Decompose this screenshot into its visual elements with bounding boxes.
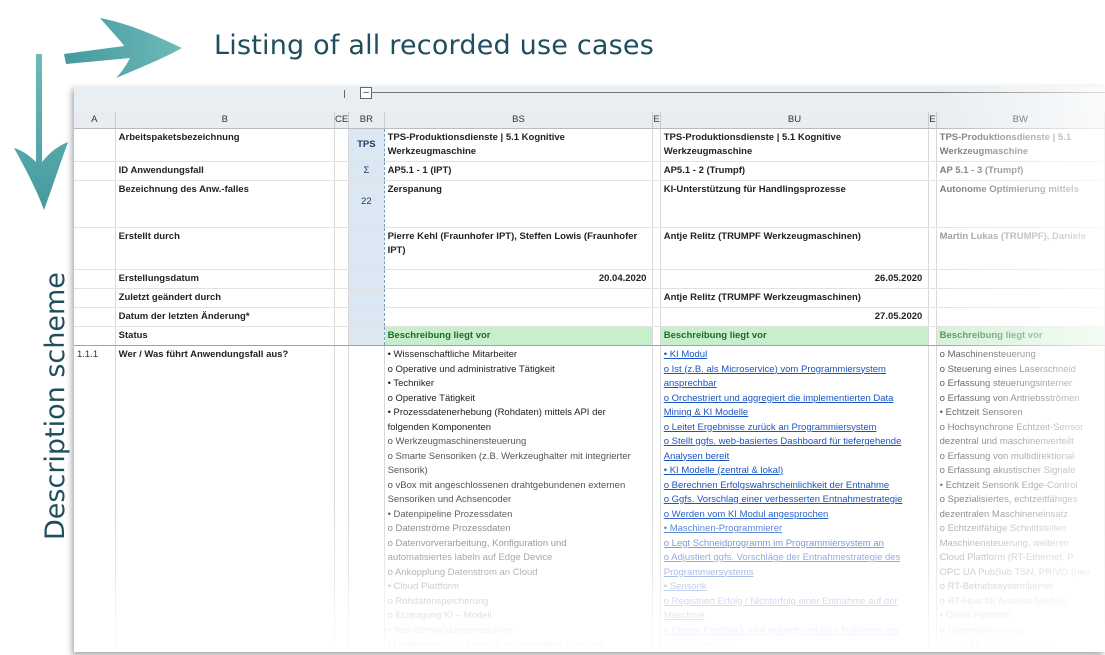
label-zuletzt[interactable]: Zuletzt geändert durch <box>115 288 335 308</box>
table-row: Erstellungsdatum 20.04.2020 26.05.2020 <box>74 269 1105 289</box>
collapse-group-button[interactable]: – <box>360 87 372 99</box>
label-arbeitspaket[interactable]: Arbeitspaketsbezeichnung <box>115 128 335 162</box>
bw-id[interactable]: AP 5.1 - 3 (Trumpf) <box>936 161 1105 181</box>
label-datum[interactable]: Erstellungsdatum <box>115 269 335 289</box>
br-count[interactable]: 22 <box>348 180 385 228</box>
bs-erstellt[interactable]: Pierre Kehl (Fraunhofer IPT), Steffen Lo… <box>384 227 654 270</box>
br-sigma[interactable]: Σ <box>348 161 385 181</box>
column-header-e1[interactable]: E <box>652 112 661 129</box>
arrow-right-icon <box>64 18 182 78</box>
label-id[interactable]: ID Anwendungsfall <box>115 161 335 181</box>
label-status[interactable]: Status <box>115 326 335 346</box>
table-row: Zuletzt geändert durch Antje Relitz (TRU… <box>74 288 1105 308</box>
section-label[interactable]: Wer / Was führt Anwendungsfall aus? <box>115 345 335 652</box>
column-header-row: A B CE BR BS E BU E BW <box>74 112 1105 129</box>
bs-arbeitspaket[interactable]: TPS-Produktionsdienste | 5.1 Kognitive W… <box>384 128 654 162</box>
column-header-b[interactable]: B <box>115 112 335 129</box>
bw-bezeichnung[interactable]: Autonome Optimierung mittels <box>936 180 1105 228</box>
bu-datum[interactable]: 26.05.2020 <box>660 269 930 289</box>
bu-actors-cell[interactable]: • KI Modul o Ist (z.B. als Microservice)… <box>660 345 930 652</box>
bu-arbeitspaket[interactable]: TPS-Produktionsdienste | 5.1 Kognitive W… <box>660 128 930 162</box>
table-row: Datum der letzten Änderung* 27.05.2020 <box>74 307 1105 327</box>
table-row: Erstellt durch Pierre Kehl (Fraunhofer I… <box>74 227 1105 270</box>
column-header-e2[interactable]: E <box>928 112 937 129</box>
column-header-bu[interactable]: BU <box>660 112 930 129</box>
bu-letzte[interactable]: 27.05.2020 <box>660 307 930 327</box>
spreadsheet: – A B CE BR BS E BU E BW Arbeitspaketsbe… <box>74 86 1105 652</box>
table-row: Arbeitspaketsbezeichnung TPS TPS-Produkt… <box>74 128 1105 162</box>
bu-erstellt[interactable]: Antje Relitz (TRUMPF Werkzeugmaschinen) <box>660 227 930 270</box>
label-erstellt[interactable]: Erstellt durch <box>115 227 335 270</box>
table-row: 1.1.1 Wer / Was führt Anwendungsfall aus… <box>74 345 1105 652</box>
use-case-table: A B CE BR BS E BU E BW Arbeitspaketsbeze… <box>74 112 1105 652</box>
bs-bezeichnung[interactable]: Zerspanung <box>384 180 654 228</box>
bs-status[interactable]: Beschreibung liegt vor <box>384 326 654 346</box>
caption-use-cases: Listing of all recorded use cases <box>214 30 654 61</box>
table-row: Bezeichnung des Anw.-falles 22 Zerspanun… <box>74 180 1105 228</box>
outline-group-bar <box>74 86 1105 112</box>
outline-group-line <box>364 92 1105 93</box>
label-bezeichnung[interactable]: Bezeichnung des Anw.-falles <box>115 180 335 228</box>
column-header-bw[interactable]: BW <box>936 112 1105 129</box>
column-header-bs[interactable]: BS <box>384 112 654 129</box>
column-header-a[interactable]: A <box>74 112 116 129</box>
bu-status[interactable]: Beschreibung liegt vor <box>660 326 930 346</box>
section-number[interactable]: 1.1.1 <box>74 345 116 652</box>
bw-status[interactable]: Beschreibung liegt vor <box>936 326 1105 346</box>
bw-arbeitspaket[interactable]: TPS-Produktionsdienste | 5.1 Werkzeugmas… <box>936 128 1105 162</box>
arrow-down-icon <box>14 54 68 210</box>
bs-datum[interactable]: 20.04.2020 <box>384 269 654 289</box>
bu-id[interactable]: AP5.1 - 2 (Trumpf) <box>660 161 930 181</box>
caption-description-scheme: Description scheme <box>40 272 71 540</box>
br-tps[interactable]: TPS <box>348 128 385 162</box>
bu-bezeichnung[interactable]: KI-Unterstützung für Handlingsprozesse <box>660 180 930 228</box>
column-header-br[interactable]: BR <box>348 112 385 129</box>
table-row: ID Anwendungsfall Σ AP5.1 - 1 (IPT) AP5.… <box>74 161 1105 181</box>
bw-actors-cell[interactable]: o Maschinensteuerung o Steuerung eines L… <box>936 345 1105 652</box>
bs-id[interactable]: AP5.1 - 1 (IPT) <box>384 161 654 181</box>
label-letzte[interactable]: Datum der letzten Änderung* <box>115 307 335 327</box>
table-row: Status Beschreibung liegt vor Beschreibu… <box>74 326 1105 346</box>
bu-zuletzt[interactable]: Antje Relitz (TRUMPF Werkzeugmaschinen) <box>660 288 930 308</box>
bw-erstellt[interactable]: Martin Lukas (TRUMPF), Daniele <box>936 227 1105 270</box>
bs-actors-cell[interactable]: • Wissenschaftliche Mitarbeiter o Operat… <box>384 345 654 652</box>
column-header-ce[interactable]: CE <box>334 112 350 129</box>
